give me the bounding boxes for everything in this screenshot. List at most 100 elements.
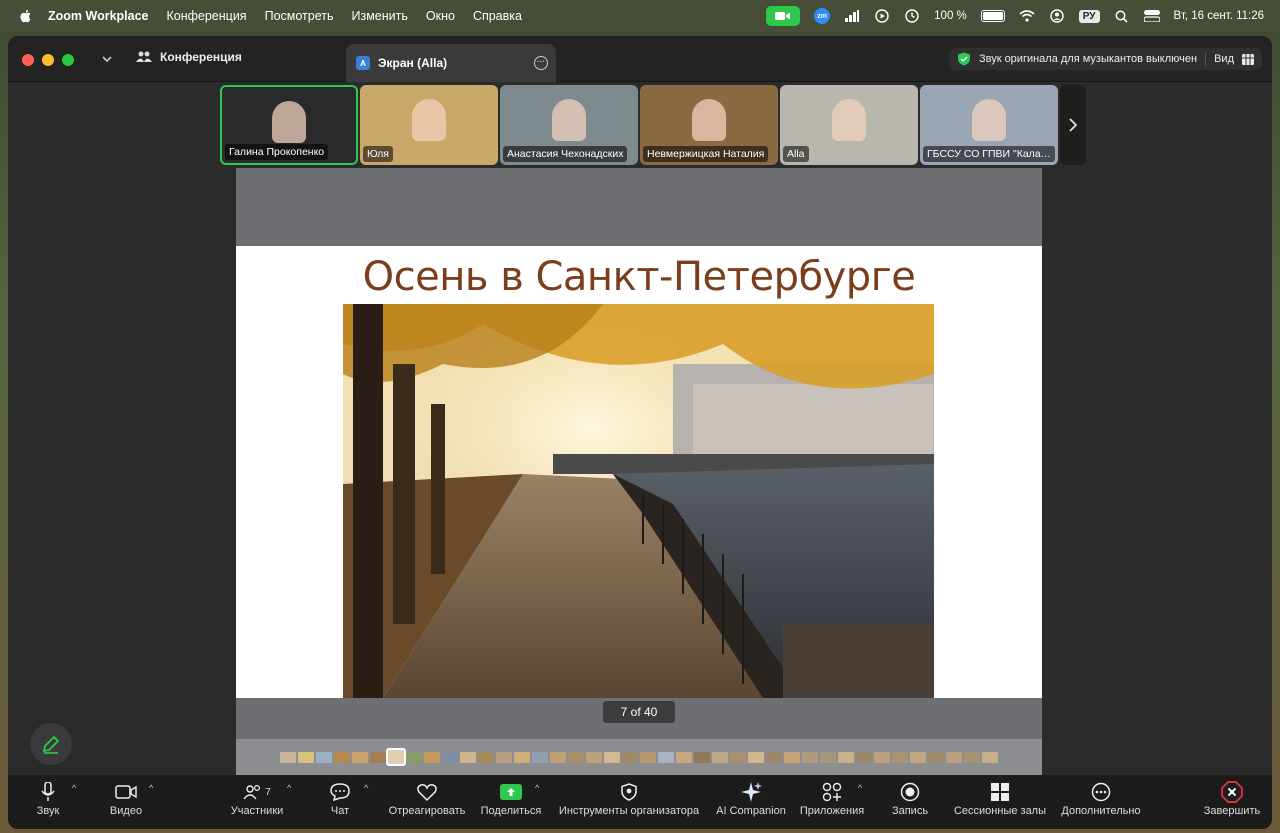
video-button[interactable]: Видео [106,775,146,829]
breakout-rooms-button[interactable]: Сессионные залы [952,775,1048,829]
wifi-icon[interactable] [1019,8,1035,24]
participant-tile[interactable]: ГБССУ СО ГПВИ "Калачинский ПНИ" [920,85,1058,165]
slide-thumbnail[interactable] [784,751,800,763]
slide-thumbnail[interactable] [964,751,980,763]
slide-thumbnail[interactable] [766,751,782,763]
view-button[interactable]: Вид [1214,53,1234,65]
slide-thumbnail[interactable] [386,748,406,766]
close-window-button[interactable] [22,54,34,66]
slide-thumbnail[interactable] [568,751,584,763]
slide-thumbnail[interactable] [406,751,422,763]
chat-button[interactable]: Чат [326,775,354,829]
slide-thumbnail[interactable] [352,751,368,763]
share-screen-button[interactable]: Поделиться [480,775,542,829]
slide-thumbnail[interactable] [676,751,692,763]
end-meeting-button[interactable]: Завершить [1202,775,1262,829]
participant-tile[interactable]: Галина Прокопенко [220,85,358,165]
slide-thumbnail[interactable] [334,751,350,763]
apps-button[interactable]: Приложения [798,775,866,829]
tab-conference[interactable]: Конференция [136,50,242,64]
time-machine-icon[interactable] [904,8,920,24]
tab-screen-share[interactable]: A Экран (Alla) ··· [346,44,556,82]
slide-thumbnail[interactable] [730,751,746,763]
signal-icon[interactable] [844,8,860,24]
slide-thumbnail[interactable] [532,751,548,763]
participant-tile[interactable]: Alla [780,85,918,165]
slide-thumbnail[interactable] [892,751,908,763]
participants-button[interactable]: 7 Участники [226,775,288,829]
audio-options-caret-icon[interactable]: ^ [72,783,76,793]
slide-thumbnail[interactable] [694,751,710,763]
slide-thumbnail[interactable] [280,751,296,763]
share-label: Поделиться [480,805,542,817]
ai-companion-button[interactable]: AI Companion [714,775,788,829]
menubar-clock[interactable]: Вт, 16 сент. 11:26 [1174,10,1264,22]
slide-thumbnail[interactable] [910,751,926,763]
slide-thumbnail[interactable] [586,751,602,763]
camera-status-icon[interactable] [766,6,801,26]
audio-button[interactable]: Звук [30,775,66,829]
gallery-next-button[interactable] [1060,85,1086,165]
app-menu[interactable]: Zoom Workplace [48,9,148,23]
more-options-icon[interactable]: ··· [534,56,548,70]
slide-thumbnail[interactable] [640,751,656,763]
more-button[interactable]: Дополнительно [1060,775,1142,829]
menu-edit[interactable]: Изменить [352,9,408,23]
slide-thumbnail[interactable] [370,751,386,763]
slide-thumbnail[interactable] [496,751,512,763]
original-sound-status[interactable]: Звук оригинала для музыкантов выключен В… [948,48,1262,70]
slide-thumbnail[interactable] [856,751,872,763]
slide-thumbnail[interactable] [550,751,566,763]
slide-thumbnail[interactable] [838,751,854,763]
slide-thumbnail[interactable] [820,751,836,763]
slide-thumbnail[interactable] [928,751,944,763]
slide-thumbnail[interactable] [982,751,998,763]
play-circle-icon[interactable] [874,8,890,24]
menu-view[interactable]: Посмотреть [265,9,334,23]
participant-tile[interactable]: Невмержицкая Наталия [640,85,778,165]
slide-thumbnail[interactable] [946,751,962,763]
react-button[interactable]: Отреагировать [386,775,468,829]
chevron-down-icon[interactable] [100,52,114,66]
minimize-window-button[interactable] [42,54,54,66]
slide-thumbnail[interactable] [802,751,818,763]
apple-icon[interactable] [18,8,34,24]
participant-tile[interactable]: Юля [360,85,498,165]
menu-conference[interactable]: Конференция [166,9,246,23]
participants-options-caret-icon[interactable]: ^ [287,783,291,793]
menu-help[interactable]: Справка [473,9,522,23]
slide-thumbnail[interactable] [712,751,728,763]
slide-thumbnail[interactable] [424,751,440,763]
slide-thumbnail[interactable] [622,751,638,763]
participant-tile[interactable]: Анастасия Чехонадских [500,85,638,165]
slide-thumbnail-strip[interactable] [236,739,1042,775]
input-language-indicator[interactable]: РУ [1078,9,1100,23]
menu-window[interactable]: Окно [426,9,455,23]
host-tools-button[interactable]: Инструменты организатора [556,775,702,829]
video-options-caret-icon[interactable]: ^ [149,783,153,793]
slide-thumbnail[interactable] [316,751,332,763]
annotate-button[interactable] [30,723,72,765]
view-grid-icon[interactable] [1242,53,1254,65]
record-button[interactable]: Запись [888,775,932,829]
control-center-icon[interactable] [1143,8,1160,24]
zoom-menubar-icon[interactable]: zm [814,8,831,24]
battery-icon[interactable] [980,10,1005,22]
slide-thumbnail[interactable] [442,751,458,763]
slide-thumbnail[interactable] [658,751,674,763]
slide-thumbnail[interactable] [748,751,764,763]
presentation-slide: Осень в Санкт-Петербурге [236,246,1042,698]
shared-screen[interactable]: Осень в Санкт-Петербурге 7 of 40 [236,168,1042,739]
share-options-caret-icon[interactable]: ^ [535,783,539,793]
fullscreen-window-button[interactable] [62,54,74,66]
apps-options-caret-icon[interactable]: ^ [858,783,862,793]
slide-thumbnail[interactable] [874,751,890,763]
slide-thumbnail[interactable] [460,751,476,763]
slide-thumbnail[interactable] [478,751,494,763]
spotlight-search-icon[interactable] [1114,8,1130,24]
user-account-icon[interactable] [1049,8,1065,24]
slide-thumbnail[interactable] [298,751,314,763]
slide-thumbnail[interactable] [604,751,620,763]
slide-thumbnail[interactable] [514,751,530,763]
chat-options-caret-icon[interactable]: ^ [364,783,368,793]
